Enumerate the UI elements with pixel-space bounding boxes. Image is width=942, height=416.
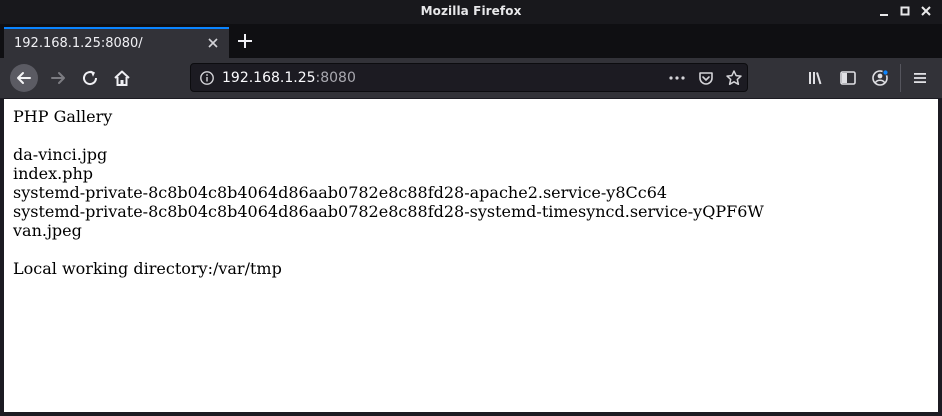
window-title: Mozilla Firefox bbox=[420, 4, 522, 18]
toolbar-divider bbox=[900, 64, 901, 92]
close-tab-icon[interactable] bbox=[205, 35, 221, 51]
home-icon[interactable] bbox=[108, 64, 136, 92]
page-actions-icon[interactable] bbox=[668, 69, 686, 87]
tab-active[interactable]: 192.168.1.25:8080/ bbox=[4, 27, 229, 58]
file-list-item: van.jpeg bbox=[13, 221, 82, 240]
tab-strip: 192.168.1.25:8080/ bbox=[0, 24, 942, 58]
pocket-icon[interactable] bbox=[697, 69, 715, 87]
new-tab-button[interactable] bbox=[236, 32, 254, 50]
bookmark-star-icon[interactable] bbox=[725, 69, 743, 87]
file-list-item: systemd-private-8c8b04c8b4064d86aab0782e… bbox=[13, 202, 764, 221]
site-info-icon[interactable] bbox=[199, 70, 215, 86]
library-icon[interactable] bbox=[806, 68, 826, 88]
file-list-item: systemd-private-8c8b04c8b4064d86aab0782e… bbox=[13, 183, 668, 202]
back-button[interactable] bbox=[10, 64, 38, 92]
navigation-toolbar: 192.168.1.25:8080 bbox=[0, 58, 942, 98]
url-text: 192.168.1.25:8080 bbox=[222, 70, 356, 86]
account-icon[interactable] bbox=[870, 68, 890, 88]
minimize-icon[interactable] bbox=[875, 3, 893, 21]
url-host: 192.168.1.25 bbox=[222, 70, 316, 86]
close-window-icon[interactable] bbox=[917, 3, 935, 21]
sidebar-icon[interactable] bbox=[838, 68, 858, 88]
forward-button[interactable] bbox=[44, 64, 72, 92]
window-titlebar: Mozilla Firefox bbox=[0, 0, 942, 24]
file-list: da-vinci.jpg index.php systemd-private-8… bbox=[13, 145, 764, 240]
file-list-item: index.php bbox=[13, 164, 94, 183]
maximize-icon[interactable] bbox=[896, 3, 914, 21]
reload-icon[interactable] bbox=[76, 64, 104, 92]
file-list-item: da-vinci.jpg bbox=[13, 145, 108, 164]
page-content: PHP Gallery da-vinci.jpg index.php syste… bbox=[4, 99, 938, 412]
url-port: :8080 bbox=[315, 70, 356, 86]
page-heading: PHP Gallery bbox=[13, 107, 113, 126]
menu-hamburger-icon[interactable] bbox=[910, 68, 930, 88]
url-bar[interactable]: 192.168.1.25:8080 bbox=[190, 63, 748, 92]
working-directory-text: Local working directory:/var/tmp bbox=[13, 259, 282, 278]
tab-title: 192.168.1.25:8080/ bbox=[14, 36, 143, 51]
